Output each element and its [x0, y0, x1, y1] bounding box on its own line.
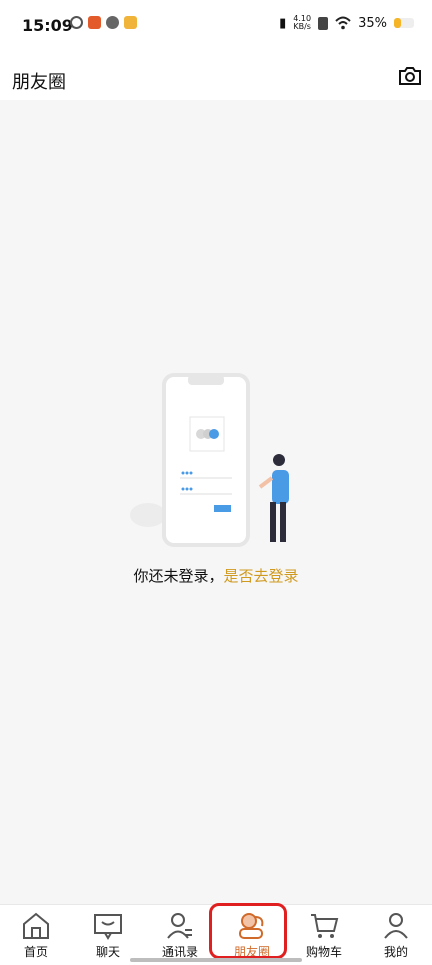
tab-profile[interactable]: 我的	[360, 905, 432, 965]
home-icon	[23, 912, 49, 939]
system-status: ▮ 4.10 KB/s 35%	[279, 15, 414, 31]
battery-percent: 35%	[358, 15, 387, 31]
not-logged-in-text: 你还未登录，	[133, 567, 224, 585]
tab-label: 我的	[383, 945, 408, 959]
login-prompt: 你还未登录，是否去登录	[0, 565, 432, 586]
wifi-icon	[335, 16, 351, 30]
chat-icon	[94, 914, 122, 940]
weibo-icon	[124, 16, 137, 29]
highlight-box	[209, 903, 287, 959]
status-bar: 15:09 ▮ 4.10 KB/s 35%	[0, 0, 432, 50]
network-speed: 4.10 KB/s	[293, 15, 311, 31]
app-notification-icon	[88, 16, 101, 29]
app-notification-icon	[70, 16, 83, 29]
tab-label: 首页	[23, 945, 48, 959]
contacts-icon	[167, 913, 192, 939]
top-nav: 朋友圈	[0, 50, 432, 100]
tab-label: 聊天	[95, 945, 120, 959]
page-title: 朋友圈	[12, 72, 66, 93]
no-sim-icon	[318, 16, 329, 30]
login-illustration	[130, 373, 289, 547]
profile-icon	[384, 913, 408, 939]
tab-contacts[interactable]: 通讯录	[144, 905, 216, 965]
camera-icon[interactable]	[398, 66, 422, 86]
tab-home[interactable]: 首页	[0, 905, 72, 965]
tab-label: 通讯录	[161, 945, 198, 959]
moments-content: 你还未登录，是否去登录	[0, 100, 432, 904]
status-time: 15:09	[22, 16, 73, 35]
tab-chat[interactable]: 聊天	[72, 905, 144, 965]
tab-label: 购物车	[305, 945, 342, 959]
app-notification-icon	[106, 16, 119, 29]
cart-icon	[311, 914, 339, 938]
notification-icons	[70, 16, 137, 29]
home-indicator[interactable]	[130, 958, 302, 962]
tab-cart[interactable]: 购物车	[288, 905, 360, 965]
network-speed-unit: KB/s	[293, 22, 311, 31]
battery-icon	[394, 18, 414, 28]
go-login-link[interactable]: 是否去登录	[224, 567, 299, 585]
vibrate-icon: ▮	[279, 15, 287, 31]
